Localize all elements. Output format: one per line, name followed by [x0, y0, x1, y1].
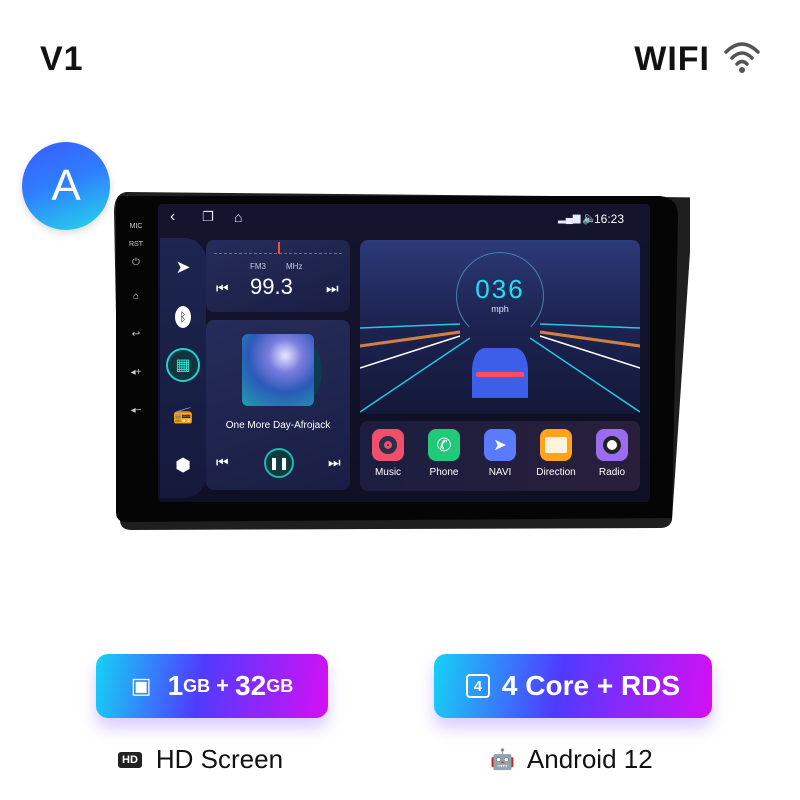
- speed-unit: mph: [491, 304, 509, 314]
- road-graphic: [360, 323, 640, 413]
- tuner-needle: [278, 242, 280, 254]
- bluetooth-icon[interactable]: ᛒ: [175, 306, 191, 328]
- navi-app-icon: ➤: [484, 429, 516, 461]
- hd-screen-feature: HD HD Screen: [118, 744, 283, 775]
- next-track-icon[interactable]: ⏭: [328, 454, 341, 471]
- chip-icon: 4: [465, 674, 490, 698]
- prev-track-icon[interactable]: ⏮: [216, 454, 229, 471]
- home-nav-icon[interactable]: ⌂: [234, 209, 242, 225]
- sd-card-icon: ▣: [130, 673, 152, 698]
- screen: ‹ ❐ ⌂ ▂▄▆ 🔈 16:23 ➤ ᛒ ▦ 📻 ⬢ FM3 MHz ⏮ 99…: [158, 204, 650, 502]
- recent-apps-icon[interactable]: ❐: [202, 209, 214, 225]
- band-label: FM3: [250, 262, 266, 271]
- android-feature: 🤖 Android 12: [490, 744, 653, 774]
- frequency: 99.3: [250, 274, 293, 299]
- signal-icon: ▂▄▆: [558, 213, 581, 224]
- phone-app-icon: ✆: [428, 429, 460, 461]
- app-direction[interactable]: Direction: [532, 429, 580, 478]
- app-phone[interactable]: ✆ Phone: [420, 429, 468, 478]
- navigation-icon[interactable]: ➤: [172, 256, 194, 278]
- radio-app-icon: [596, 429, 628, 461]
- app-radio[interactable]: Radio: [588, 429, 636, 478]
- app-navi[interactable]: ➤ NAVI: [476, 429, 524, 478]
- album-art: [242, 334, 314, 406]
- back-key-icon[interactable]: ↩: [126, 328, 146, 342]
- apps-grid-icon[interactable]: ▦: [166, 348, 200, 382]
- memory-badge: ▣ 1 GB + 32 GB: [96, 654, 328, 718]
- model-label: V1: [40, 40, 84, 78]
- unit-label: MHz: [286, 262, 303, 271]
- mic-hole: MIC: [129, 223, 143, 230]
- direction-app-icon: [540, 429, 572, 461]
- prev-station-icon[interactable]: ⏮: [216, 280, 229, 297]
- core-badge: 4 4 Core + RDS: [434, 654, 712, 718]
- speedometer-widget: 036 mph: [360, 240, 640, 414]
- speed-value: 036: [475, 274, 525, 304]
- radio-icon[interactable]: 📻: [172, 404, 194, 426]
- wifi-label: WIFI: [634, 40, 710, 78]
- music-app-icon: [372, 429, 404, 461]
- wifi-icon: [724, 42, 760, 73]
- radio-widget[interactable]: FM3 MHz ⏮ 99.3 ⏭: [206, 240, 350, 312]
- back-nav-icon[interactable]: ‹: [170, 208, 175, 226]
- volume-up-icon[interactable]: ◂+: [126, 366, 146, 380]
- hd-icon: HD: [118, 751, 142, 768]
- android-icon: 🤖: [490, 749, 515, 771]
- pause-button[interactable]: ❚❚: [264, 448, 294, 478]
- reset-button[interactable]: RST: [126, 238, 146, 252]
- power-icon[interactable]: ⏻: [126, 256, 146, 270]
- dock: ➤ ᛒ ▦ 📻 ⬢: [160, 238, 206, 498]
- music-widget[interactable]: One More Day-Afrojack ⏮ ❚❚ ⏭: [206, 320, 350, 490]
- variant-badge: A: [22, 142, 110, 230]
- settings-icon[interactable]: ⬢: [172, 454, 194, 476]
- app-launcher: Music ✆ Phone ➤ NAVI Direction Radio: [360, 421, 640, 491]
- next-station-icon[interactable]: ⏭: [326, 280, 339, 297]
- clock: 16:23: [593, 212, 624, 226]
- app-music[interactable]: Music: [364, 429, 412, 478]
- track-title: One More Day-Afrojack: [225, 420, 331, 431]
- home-key-icon[interactable]: ⌂: [126, 290, 146, 304]
- volume-down-icon[interactable]: ◂−: [126, 404, 146, 418]
